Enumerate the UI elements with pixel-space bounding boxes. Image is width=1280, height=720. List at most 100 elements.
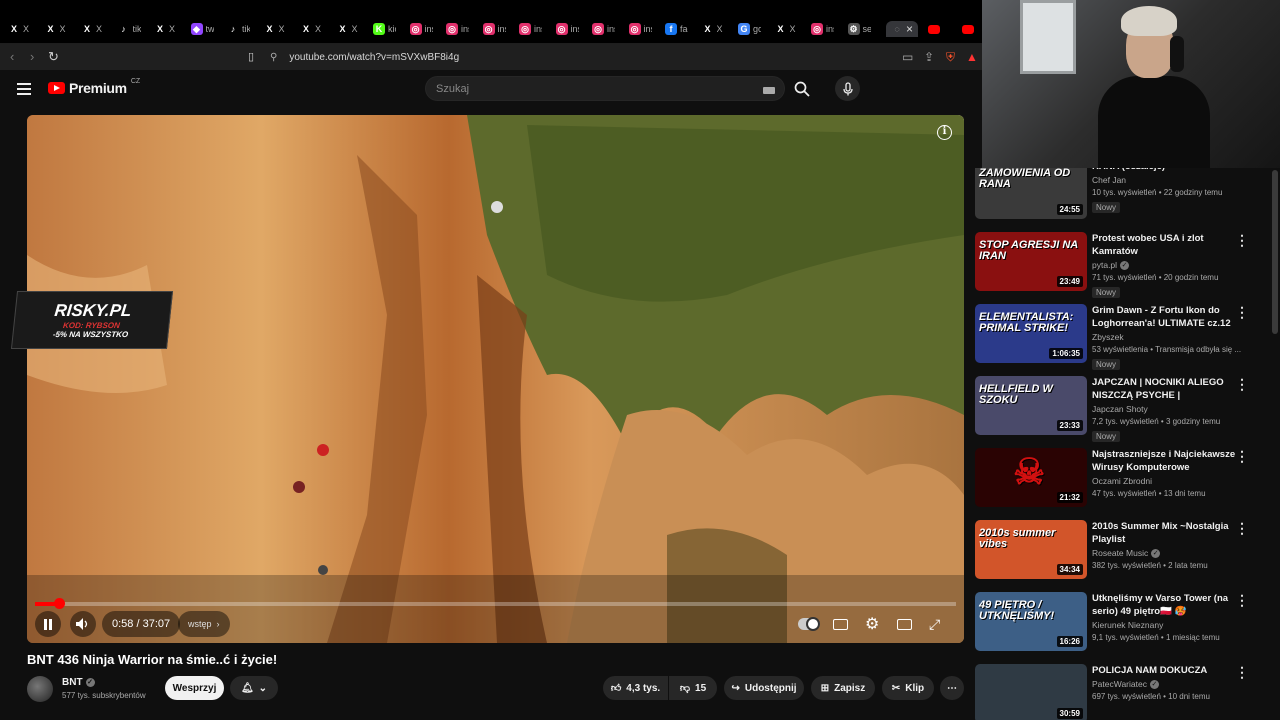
subtitles-button[interactable] bbox=[833, 611, 848, 637]
video-title[interactable]: Grim Dawn - Z Fortu Ikon do Loghorrean'a… bbox=[1092, 304, 1237, 330]
video-thumbnail[interactable]: 30:59 bbox=[975, 664, 1087, 720]
browser-tab[interactable]: ◎instagram bbox=[409, 21, 433, 37]
browser-tab[interactable]: ◎instagram bbox=[482, 21, 506, 37]
browser-tab[interactable]: ◎instagram bbox=[592, 21, 615, 37]
browser-tab[interactable]: XX bbox=[81, 21, 104, 37]
browser-tab[interactable]: ◎instagram bbox=[519, 21, 542, 37]
channel-name[interactable]: Kierunek Nieznany bbox=[1092, 620, 1163, 630]
keyboard-icon[interactable] bbox=[763, 87, 775, 94]
browser-tab[interactable]: Ggoogle bbox=[738, 21, 761, 37]
channel-name[interactable]: Chef Jan bbox=[1092, 175, 1126, 185]
recommended-video[interactable]: ☠ 21:32 Najstraszniejsze i Najciekawsze Wi… bbox=[975, 448, 1265, 516]
video-thumbnail[interactable]: ☠ 21:32 bbox=[975, 448, 1087, 507]
search-input[interactable]: Szukaj bbox=[425, 76, 785, 101]
browser-tab[interactable]: ffacebook bbox=[665, 21, 688, 37]
video-title[interactable]: Utknęliśmy w Varso Tower (na serio) 49 p… bbox=[1092, 592, 1237, 618]
more-vertical-icon[interactable]: ⋮ bbox=[1235, 592, 1249, 609]
more-vertical-icon[interactable]: ⋮ bbox=[1235, 304, 1249, 321]
reload-icon[interactable]: ↻ bbox=[48, 49, 59, 65]
video-title[interactable]: Protest wobec USA i zlot Kamratów bbox=[1092, 232, 1237, 258]
support-button[interactable]: Wesprzyj bbox=[165, 676, 224, 700]
channel-avatar[interactable] bbox=[27, 676, 53, 702]
video-title[interactable]: RANA (oszaleje) bbox=[1092, 168, 1237, 173]
more-vertical-icon[interactable]: ⋮ bbox=[1235, 232, 1249, 249]
progress-bar[interactable] bbox=[35, 598, 956, 609]
browser-tab[interactable]: XX bbox=[263, 21, 287, 37]
channel-name[interactable]: PatecWariatec ✓ bbox=[1092, 679, 1159, 690]
miniplayer-button[interactable] bbox=[897, 611, 912, 637]
video-thumbnail[interactable]: ZAMÓWIENIA OD RANA 24:55 bbox=[975, 168, 1087, 219]
video-title[interactable]: Najstraszniejsze i Najciekawsze Wirusy K… bbox=[1092, 448, 1237, 474]
chapter-button[interactable]: wstęp › bbox=[178, 611, 230, 637]
browser-tab[interactable]: ♪tiktok bbox=[117, 21, 141, 37]
active-tab[interactable]: ◌ × bbox=[886, 21, 919, 37]
youtube-tab-2[interactable] bbox=[962, 21, 974, 37]
pause-button[interactable] bbox=[35, 611, 61, 637]
channel-name[interactable]: pyta.pl ✓ bbox=[1092, 260, 1130, 271]
info-icon[interactable]: i bbox=[937, 125, 952, 140]
forward-icon[interactable]: › bbox=[30, 49, 34, 64]
save-button[interactable]: ⊞ Zapisz bbox=[811, 676, 875, 700]
more-vertical-icon[interactable]: ⋮ bbox=[1235, 520, 1249, 537]
video-thumbnail[interactable]: 49 PIĘTRO / UTKNĘLIŚMY! 16:26 bbox=[975, 592, 1087, 651]
recommended-video[interactable]: 30:59 POLICJA NAM DOKUCZA PatecWariatec ✓ 69… bbox=[975, 664, 1265, 720]
channel-name[interactable]: Roseate Music ✓ bbox=[1092, 548, 1161, 559]
menu-icon[interactable] bbox=[17, 83, 31, 95]
url-field[interactable]: ⚲ youtube.com/watch?v=mSVXwBF8i4g bbox=[270, 47, 890, 67]
video-title[interactable]: POLICJA NAM DOKUCZA bbox=[1092, 664, 1237, 677]
settings-button[interactable]: ⚙ bbox=[865, 611, 879, 637]
video-thumbnail[interactable]: ELEMENTALISTA: PRIMAL STRIKE! 1:06:35 bbox=[975, 304, 1087, 363]
clip-button[interactable]: ✂ Klip bbox=[882, 676, 934, 700]
browser-tab[interactable]: ◎instagram bbox=[446, 21, 469, 37]
browser-tab[interactable]: Kkick bbox=[373, 21, 396, 37]
browser-tab[interactable]: ◎instagram bbox=[811, 21, 834, 37]
notification-button[interactable]: 🔔︎ ⌄ bbox=[230, 676, 278, 700]
browser-tab[interactable]: ◎instagram bbox=[628, 21, 652, 37]
autoplay-toggle[interactable] bbox=[798, 611, 820, 637]
search-button[interactable] bbox=[788, 76, 816, 101]
browser-tab[interactable]: XX bbox=[44, 21, 68, 37]
close-tab-icon[interactable]: × bbox=[906, 22, 913, 36]
dislike-button[interactable]: 👎︎ 15 bbox=[669, 676, 717, 700]
browser-tab[interactable]: XX bbox=[300, 21, 323, 37]
video-thumbnail[interactable]: STOP AGRESJI NA IRAN 23:49 bbox=[975, 232, 1087, 291]
recommended-video[interactable]: ZAMÓWIENIA OD RANA 24:55 RANA (oszaleje) Ch… bbox=[975, 168, 1265, 228]
scrubber-handle[interactable] bbox=[53, 598, 65, 609]
recommended-video[interactable]: STOP AGRESJI NA IRAN 23:49 Protest wobec U… bbox=[975, 232, 1265, 300]
video-title[interactable]: 2010s Summer Mix ~Nostalgia Playlist bbox=[1092, 520, 1237, 546]
video-thumbnail[interactable]: 2010s summer vibes 34:34 bbox=[975, 520, 1087, 579]
more-vertical-icon[interactable]: ⋮ bbox=[1235, 664, 1249, 681]
sidebar-scrollbar[interactable] bbox=[1272, 170, 1278, 334]
share-icon[interactable]: ⇪ bbox=[924, 50, 934, 64]
fullscreen-button[interactable]: ⤢ bbox=[929, 611, 940, 637]
video-player[interactable]: i bbox=[27, 115, 964, 643]
channel-name[interactable]: BNT ✓ bbox=[62, 677, 95, 688]
channel-name[interactable]: Oczami Zbrodni bbox=[1092, 476, 1152, 486]
browser-tab[interactable]: ◎instagram bbox=[555, 21, 579, 37]
bookmark-icon[interactable]: ▯ bbox=[248, 50, 254, 63]
install-icon[interactable]: ▭ bbox=[902, 50, 913, 64]
browser-tab[interactable]: XX bbox=[154, 21, 177, 37]
voice-search-button[interactable] bbox=[835, 76, 860, 101]
site-info-icon[interactable]: ⚲ bbox=[270, 52, 277, 63]
youtube-premium-logo[interactable]: Premium CZ bbox=[48, 78, 140, 96]
channel-name[interactable]: Japczan Shoty bbox=[1092, 404, 1148, 414]
browser-tab[interactable]: ◆twitch bbox=[190, 21, 214, 37]
youtube-tab[interactable] bbox=[928, 21, 940, 37]
recommended-video[interactable]: ELEMENTALISTA: PRIMAL STRIKE! 1:06:35 Grim… bbox=[975, 304, 1265, 372]
recommended-video[interactable]: HELLFIELD W SZOKU 23:33 JAPCZAN | NOCNIKI … bbox=[975, 376, 1265, 444]
browser-tab[interactable]: XX bbox=[774, 21, 798, 37]
recommended-video[interactable]: 49 PIĘTRO / UTKNĘLIŚMY! 16:26 Utknęliśmy w… bbox=[975, 592, 1265, 660]
browser-tab[interactable]: ⚙settings bbox=[847, 21, 871, 37]
share-button[interactable]: ↪ Udostępnij bbox=[724, 676, 804, 700]
like-button[interactable]: 👍︎ 4,3 tys. bbox=[603, 676, 668, 700]
brave-shield-icon[interactable]: ⛨ bbox=[946, 50, 955, 65]
video-thumbnail[interactable]: HELLFIELD W SZOKU 23:33 bbox=[975, 376, 1087, 435]
browser-tab[interactable]: ♪tiktok bbox=[227, 21, 250, 37]
back-icon[interactable]: ‹ bbox=[10, 49, 14, 64]
recommended-video[interactable]: 2010s summer vibes 34:34 2010s Summer Mix … bbox=[975, 520, 1265, 588]
more-vertical-icon[interactable]: ⋮ bbox=[1235, 376, 1249, 393]
more-vertical-icon[interactable]: ⋮ bbox=[1235, 448, 1249, 465]
browser-tab[interactable]: XX bbox=[701, 21, 725, 37]
more-actions-button[interactable]: ⋯ bbox=[940, 676, 964, 700]
